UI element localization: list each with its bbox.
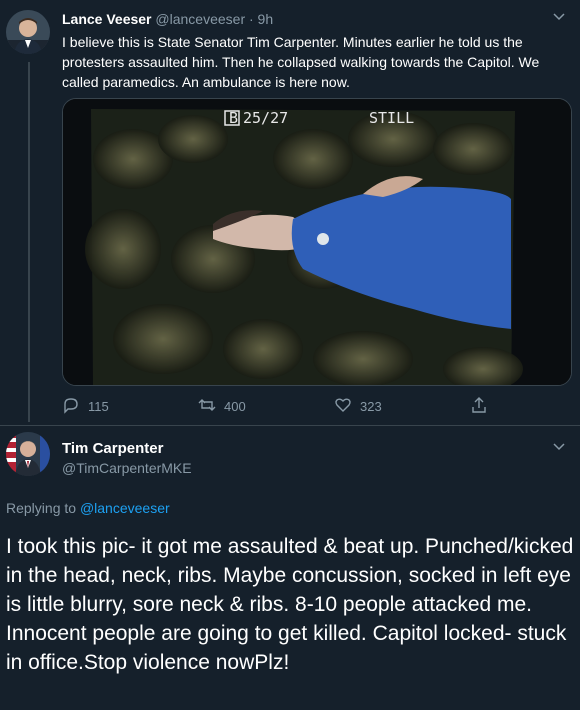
retweet-button[interactable]: 400 [198,396,246,417]
author-name[interactable]: Tim Carpenter [62,440,163,457]
tweet-actions: 115 400 323 [62,396,502,416]
share-button[interactable] [470,396,488,417]
author-avatar[interactable] [6,10,50,54]
replying-to: Replying to @lanceveeser [6,500,170,516]
author-avatar[interactable] [6,432,50,476]
author-handle[interactable]: @lanceveeser [155,11,245,27]
thread-connector [28,62,30,422]
tweet-header: Lance Veeser @lanceveeser · 9h [62,11,273,27]
like-button[interactable]: 323 [334,396,382,417]
retweet-count: 400 [224,399,246,414]
chevron-down-icon[interactable] [552,10,566,27]
tweet-photo[interactable]: B 25/27 STILL [62,98,572,386]
replying-prefix: Replying to [6,500,77,516]
reply-count: 115 [88,399,109,414]
photo-mode: STILL [369,109,414,127]
tweet-text: I believe this is State Senator Tim Carp… [62,34,540,90]
photo-counter-icon-letter: B [229,109,238,127]
reply-icon [62,396,80,417]
chevron-down-icon[interactable] [552,440,566,457]
divider [0,425,580,426]
retweet-icon [198,396,216,417]
author-name[interactable]: Lance Veeser [62,11,152,27]
like-count: 323 [360,399,382,414]
like-icon [334,396,352,417]
author-handle[interactable]: @TimCarpenterMKE [62,460,192,476]
share-icon [470,396,488,417]
photo-counter: 25/27 [243,109,288,127]
reply-button[interactable]: 115 [62,396,109,417]
timestamp[interactable]: · 9h [249,11,273,27]
tweet-text: I took this pic- it got me assaulted & b… [6,535,574,674]
replying-handle-link[interactable]: @lanceveeser [80,500,170,516]
